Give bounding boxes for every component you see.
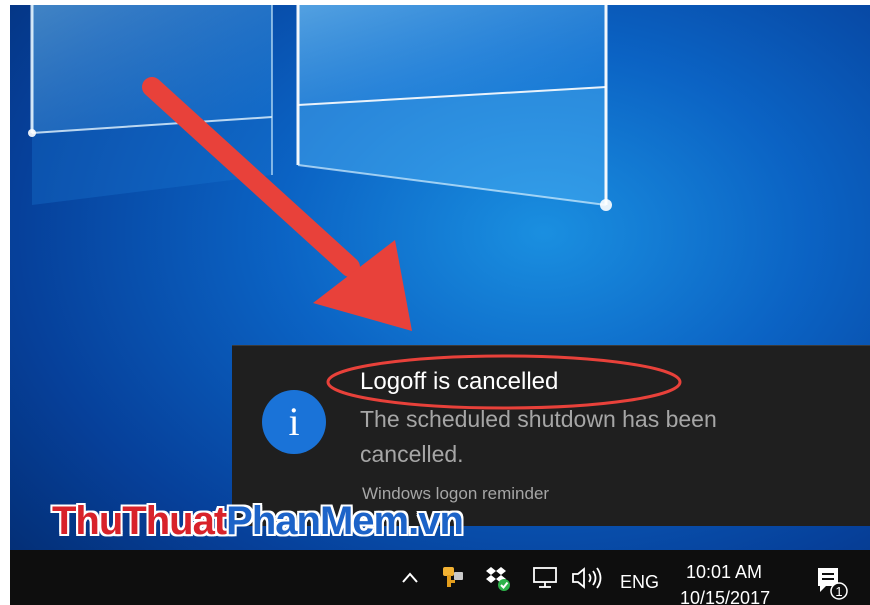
chevron-up-icon[interactable] (400, 568, 420, 588)
notification-count: 1 (835, 584, 842, 599)
toast-body: The scheduled shutdown has been cancelle… (360, 406, 717, 467)
volume-icon[interactable] (570, 565, 610, 591)
notification-icon: 1 (818, 568, 848, 600)
taskbar: ENG 10:01 AM 10/15/2017 1 (10, 550, 870, 605)
watermark-part-2: PhanMem.vn (226, 499, 464, 543)
watermark-logo: ThuThuatPhanMem.vn (52, 499, 464, 544)
clock-date[interactable]: 10/15/2017 (680, 588, 770, 605)
dropbox-icon[interactable] (484, 564, 512, 592)
info-icon: i (262, 390, 326, 454)
input-language-indicator[interactable]: ENG (620, 572, 659, 593)
key-icon[interactable] (440, 564, 466, 590)
network-icon[interactable] (532, 566, 558, 590)
watermark-part-1: ThuThuat (52, 499, 227, 543)
clock-time[interactable]: 10:01 AM (686, 562, 762, 583)
action-center-icon[interactable]: 1 (814, 564, 848, 600)
desktop: i Logoff is cancelled The scheduled shut… (10, 5, 870, 605)
toast-title: Logoff is cancelled (360, 368, 559, 395)
